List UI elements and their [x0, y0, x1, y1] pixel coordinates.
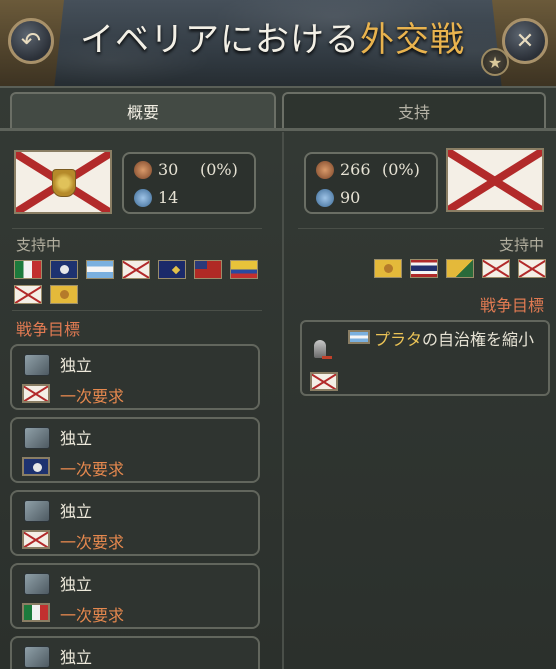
supporter-flag[interactable] — [374, 259, 402, 278]
wargoal-card[interactable]: 独立 一次要求 — [10, 417, 260, 483]
independence-icon — [24, 573, 50, 595]
wargoal-card[interactable]: 独立 — [10, 636, 260, 669]
left-army-row: 30 (0%) — [134, 160, 238, 179]
tab-label: 支持 — [397, 103, 430, 122]
supporter-flag[interactable] — [14, 285, 42, 304]
wargoal-demand: 一次要求 — [60, 606, 125, 625]
independence-icon — [24, 646, 50, 668]
independence-icon — [24, 354, 50, 376]
crest-icon — [52, 169, 76, 197]
independence-icon — [24, 427, 50, 449]
divider — [298, 228, 544, 229]
right-army-row: 266 (0%) — [316, 160, 420, 179]
wargoal-demand: 一次要求 — [60, 460, 125, 479]
wargoal-flag — [22, 530, 50, 549]
close-button[interactable]: ✕ — [502, 18, 548, 64]
tab-divider — [0, 128, 556, 131]
wargoal-card[interactable]: プラタの自治権を縮小 — [300, 320, 550, 396]
left-army-percent: (0%) — [200, 160, 238, 179]
supporter-flag[interactable] — [410, 259, 438, 278]
supporter-flag[interactable] — [122, 260, 150, 279]
wargoal-card[interactable]: 独立 一次要求 — [10, 563, 260, 629]
tab-overview[interactable]: 概要 — [10, 92, 276, 128]
right-wargoals-label: 戦争目標 — [479, 296, 544, 315]
left-army-count: 30 — [158, 160, 179, 179]
wargoal-type: 独立 — [60, 502, 93, 521]
supporter-flag[interactable] — [50, 285, 78, 304]
right-navy-row: 90 — [316, 188, 360, 207]
back-button[interactable]: ↶ — [8, 18, 54, 64]
wargoal-demand: 一次要求 — [60, 387, 125, 406]
right-navy-count: 90 — [340, 188, 361, 207]
navy-icon — [134, 188, 152, 207]
wargoal-text: の自治権を縮小 — [422, 330, 535, 349]
wargoal-type: 独立 — [60, 356, 93, 375]
right-army-count: 266 — [340, 160, 371, 179]
supporter-flag[interactable] — [482, 259, 510, 278]
wargoal-demand: 一次要求 — [60, 533, 125, 552]
left-navy-count: 14 — [158, 188, 179, 207]
army-icon — [134, 160, 152, 179]
supporter-flag-mexico[interactable] — [14, 260, 42, 279]
left-navy-row: 14 — [134, 188, 178, 207]
supporter-flag[interactable] — [446, 259, 474, 278]
star-icon: ★ — [487, 52, 503, 72]
right-leader-flag[interactable] — [446, 148, 544, 212]
close-icon: ✕ — [515, 28, 535, 54]
independence-icon — [24, 500, 50, 522]
title-text: イベリアにおける — [80, 20, 360, 60]
right-supporters-label: 支持中 — [498, 236, 544, 254]
wargoal-flag — [22, 457, 50, 476]
pawn-icon — [314, 340, 332, 359]
right-strength-box: 266 (0%) 90 — [304, 152, 438, 214]
supporter-flag[interactable] — [518, 259, 546, 278]
wargoal-target: プラタ — [374, 330, 423, 349]
wargoal-flag — [310, 372, 338, 391]
supporter-flag[interactable] — [158, 260, 186, 279]
window-header: ↶ イベリアにおける外交戦 ★ ✕ — [0, 0, 556, 88]
right-army-percent: (0%) — [382, 160, 420, 179]
left-supporters-label: 支持中 — [16, 236, 62, 254]
wargoal-description: プラタの自治権を縮小 — [348, 328, 544, 352]
supporter-flag[interactable] — [86, 260, 114, 279]
wargoal-card[interactable]: 独立 一次要求 — [10, 490, 260, 556]
wargoal-type: 独立 — [60, 648, 93, 667]
left-strength-box: 30 (0%) 14 — [122, 152, 256, 214]
wargoal-card[interactable]: 独立 一次要求 — [10, 344, 260, 410]
left-wargoals-label: 戦争目標 — [16, 320, 81, 339]
divider — [12, 228, 262, 229]
window-title: イベリアにおける外交戦 — [80, 12, 465, 61]
left-leader-flag[interactable] — [14, 150, 112, 214]
army-icon — [316, 160, 334, 179]
tab-support[interactable]: 支持 — [282, 92, 546, 128]
supporter-flag[interactable] — [230, 260, 258, 279]
supporter-flag[interactable] — [50, 260, 78, 279]
back-arrow-icon: ↶ — [20, 27, 42, 55]
supporter-flag[interactable] — [194, 260, 222, 279]
divider — [12, 310, 262, 311]
wargoal-flag — [22, 603, 50, 622]
left-side-column: 30 (0%) 14 支持中 戦争目標 独立 一次要求 独立 一次要求 独立 一… — [8, 132, 278, 669]
wargoal-flag — [22, 384, 50, 403]
right-side-column: 266 (0%) 90 支持中 戦争目標 プラタの自治権を縮小 — [282, 132, 556, 669]
wargoal-type: 独立 — [60, 575, 93, 594]
wargoal-type: 独立 — [60, 429, 93, 448]
navy-icon — [316, 188, 334, 207]
tab-label: 概要 — [126, 103, 159, 122]
title-highlight: 外交戦 — [360, 20, 465, 60]
